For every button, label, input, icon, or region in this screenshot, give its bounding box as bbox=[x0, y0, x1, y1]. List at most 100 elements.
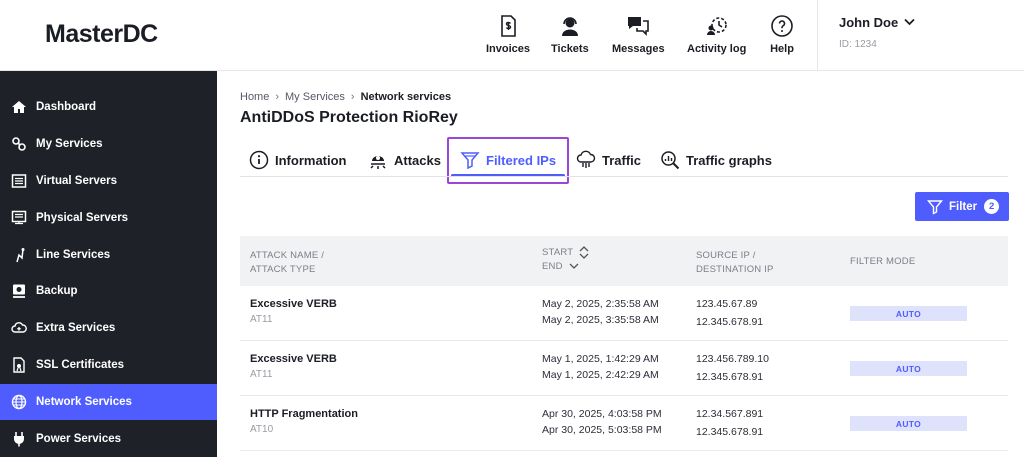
sidebar-item-label: Power Services bbox=[36, 433, 122, 445]
destination-ip: 12.345.678.91 bbox=[696, 426, 764, 438]
col-mode: FILTER MODE bbox=[850, 256, 916, 267]
tab-traffic-graphs[interactable]: Traffic graphs bbox=[660, 148, 772, 172]
user-id: ID: 1234 bbox=[839, 39, 877, 50]
source-ip: 123.45.67.89 bbox=[696, 298, 758, 310]
col-attack: ATTACK NAME / ATTACK TYPE bbox=[250, 249, 324, 277]
sidebar-item-extra-services[interactable]: Extra Services bbox=[0, 310, 217, 346]
table-row[interactable]: Excessive VERB AT11 May 2, 2025, 2:35:58… bbox=[240, 286, 1008, 341]
sidebar-item-label: Line Services bbox=[36, 249, 111, 261]
sidebar-item-my-services[interactable]: My Services bbox=[0, 126, 217, 162]
tab-label: Information bbox=[275, 152, 347, 168]
breadcrumb-home[interactable]: Home bbox=[240, 91, 269, 103]
tab-attacks[interactable]: Attacks bbox=[368, 148, 441, 172]
support-agent-icon bbox=[561, 17, 578, 36]
sidebar-item-dashboard[interactable]: Dashboard bbox=[0, 89, 217, 125]
sort-icon[interactable] bbox=[569, 261, 579, 272]
nav-activity-log-label: Activity log bbox=[687, 43, 747, 55]
plug-icon bbox=[14, 432, 24, 447]
funnel-icon bbox=[927, 199, 943, 215]
filter-mode-badge: AUTO bbox=[850, 416, 967, 431]
sidebar-item-label: Extra Services bbox=[36, 322, 116, 334]
chevron-right-icon: › bbox=[350, 91, 355, 103]
nav-help-label: Help bbox=[770, 43, 794, 55]
tab-label: Traffic graphs bbox=[686, 152, 772, 168]
breadcrumb-my-services[interactable]: My Services bbox=[285, 91, 345, 103]
destination-ip: 12.345.678.91 bbox=[696, 371, 764, 383]
globe-icon bbox=[11, 394, 27, 410]
backup-icon bbox=[13, 284, 25, 298]
attack-name: Excessive VERB bbox=[250, 298, 337, 310]
user-name[interactable]: John Doe bbox=[839, 15, 898, 30]
nav-messages[interactable]: Messages bbox=[612, 14, 665, 55]
filter-count-badge: 2 bbox=[984, 199, 1000, 214]
sidebar-item-virtual-servers[interactable]: Virtual Servers bbox=[0, 163, 217, 199]
sidebar-item-label: Network Services bbox=[36, 396, 132, 408]
end-time: May 1, 2025, 2:42:29 AM bbox=[542, 369, 659, 381]
sidebar-item-label: My Services bbox=[36, 138, 103, 150]
sidebar-item-label: Virtual Servers bbox=[36, 175, 117, 187]
col-start: START bbox=[542, 247, 574, 259]
nav-help[interactable]: Help bbox=[770, 14, 794, 55]
table-row[interactable]: Excessive VERB AT11 May 1, 2025, 1:42:29… bbox=[240, 341, 1008, 396]
nav-messages-label: Messages bbox=[612, 43, 665, 55]
tabs-divider bbox=[240, 176, 1008, 177]
col-start-end[interactable]: START END bbox=[542, 246, 589, 274]
certificate-icon bbox=[13, 357, 25, 373]
destination-ip: 12.345.678.91 bbox=[696, 316, 764, 328]
nav-invoices[interactable]: Invoices bbox=[486, 14, 530, 55]
nav-invoices-label: Invoices bbox=[486, 43, 531, 55]
attack-icon bbox=[370, 156, 386, 169]
filter-mode-badge: AUTO bbox=[850, 306, 967, 321]
col-ip-line1: SOURCE IP / bbox=[696, 250, 756, 261]
attack-name: HTTP Fragmentation bbox=[250, 408, 358, 420]
sidebar-item-line-services[interactable]: Line Services bbox=[0, 237, 217, 273]
logo[interactable]: MasterDC bbox=[45, 20, 158, 49]
sidebar-item-physical-servers[interactable]: Physical Servers bbox=[0, 200, 217, 236]
col-attack-line1: ATTACK NAME / bbox=[250, 250, 325, 261]
services-icon bbox=[12, 137, 26, 151]
attack-type: AT10 bbox=[250, 424, 274, 435]
table-row[interactable]: HTTP Fragmentation AT10 Apr 30, 2025, 4:… bbox=[240, 396, 1008, 451]
attack-type: AT11 bbox=[250, 369, 273, 380]
col-attack-line2: ATTACK TYPE bbox=[250, 264, 316, 275]
filter-button[interactable]: Filter 2 bbox=[915, 192, 1009, 221]
chat-bubbles-icon bbox=[628, 17, 650, 36]
tab-information[interactable]: Information bbox=[249, 148, 347, 172]
app: MasterDC Invoices Tickets Messages Activ… bbox=[0, 0, 1024, 457]
col-ip-line2: DESTINATION IP bbox=[696, 264, 774, 275]
home-icon bbox=[12, 101, 26, 113]
col-ip: SOURCE IP / DESTINATION IP bbox=[696, 249, 774, 277]
source-ip: 12.34.567.891 bbox=[696, 408, 764, 420]
tab-label: Attacks bbox=[394, 152, 441, 168]
sidebar-item-label: Physical Servers bbox=[36, 212, 129, 224]
sidebar-item-label: Dashboard bbox=[36, 101, 97, 113]
physical-server-icon bbox=[11, 210, 27, 225]
end-time: Apr 30, 2025, 5:03:58 PM bbox=[542, 424, 662, 436]
graph-search-icon bbox=[661, 151, 680, 170]
chevron-down-icon[interactable] bbox=[904, 18, 915, 26]
sort-icon[interactable] bbox=[579, 246, 589, 259]
breadcrumb-current: Network services bbox=[360, 91, 452, 103]
cloud-plus-icon bbox=[11, 322, 27, 333]
sidebar: Dashboard My Services Virtual Servers Ph… bbox=[0, 71, 217, 457]
sidebar-item-power-services[interactable]: Power Services bbox=[0, 421, 217, 457]
tab-label: Traffic bbox=[602, 152, 642, 168]
table-header: ATTACK NAME / ATTACK TYPE START END SOUR… bbox=[240, 236, 1008, 286]
source-ip: 123.456.789.10 bbox=[696, 353, 769, 365]
start-time: May 2, 2025, 2:35:58 AM bbox=[542, 298, 659, 310]
attack-type: AT11 bbox=[250, 314, 273, 325]
virtual-server-icon bbox=[11, 174, 27, 188]
sidebar-item-backup[interactable]: Backup bbox=[0, 273, 217, 309]
nav-activity-log[interactable]: Activity log bbox=[687, 14, 746, 55]
sidebar-item-network-services[interactable]: Network Services bbox=[0, 384, 217, 420]
help-icon bbox=[771, 15, 793, 37]
sidebar-item-label: SSL Certificates bbox=[36, 359, 124, 371]
nav-tickets-label: Tickets bbox=[551, 43, 589, 55]
line-icon bbox=[16, 248, 25, 263]
end-time: May 2, 2025, 3:35:58 AM bbox=[542, 314, 659, 326]
filter-button-label: Filter bbox=[949, 200, 978, 213]
tab-traffic[interactable]: Traffic bbox=[576, 148, 641, 172]
nav-tickets[interactable]: Tickets bbox=[551, 14, 589, 55]
sidebar-item-ssl-certificates[interactable]: SSL Certificates bbox=[0, 347, 217, 383]
start-time: May 1, 2025, 1:42:29 AM bbox=[542, 353, 659, 365]
